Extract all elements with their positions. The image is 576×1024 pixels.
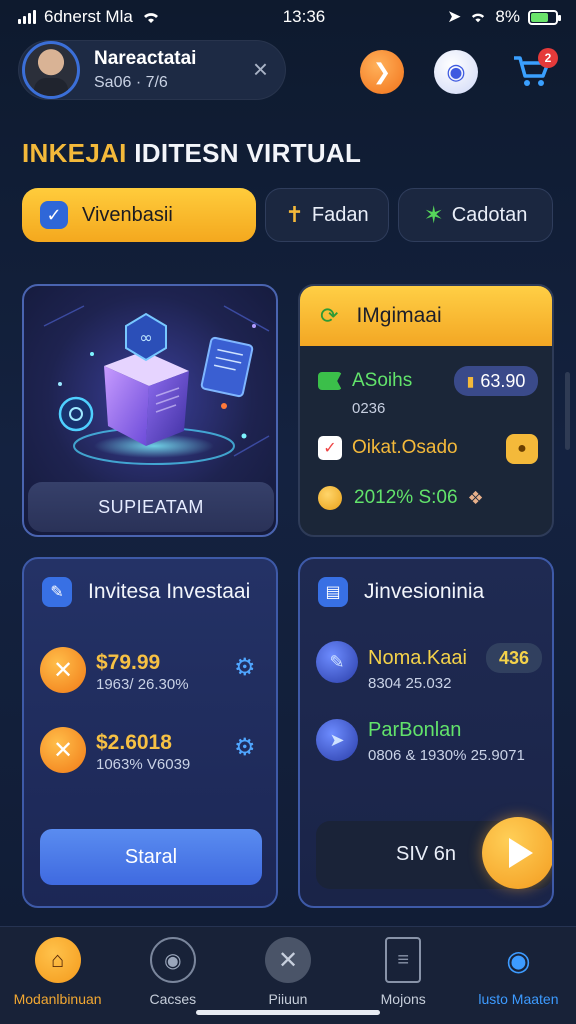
cart-button[interactable]: 2 xyxy=(510,48,558,96)
carrier-text: 6dnerst Mla xyxy=(44,7,133,26)
vr-cube-illustration: ∞ xyxy=(43,305,270,465)
battery-icon xyxy=(527,9,561,25)
info-row-oikat[interactable]: ✓ Oikat.Osado xyxy=(318,436,458,460)
play-row[interactable]: SIV 6n xyxy=(316,817,552,889)
segment-fadan[interactable]: ✝ Fadan xyxy=(265,188,389,242)
star-icon: ✶ xyxy=(423,201,444,229)
investment-amount: $79.99 xyxy=(96,651,161,674)
pin-icon: ✝ xyxy=(285,202,304,227)
nav-item-home[interactable]: ⌂ Modanlbinuan xyxy=(0,927,115,1024)
nav-item-lusto[interactable]: ◉ lusto Maaten xyxy=(461,927,576,1024)
app-header: Nareactatai Sa06 · 7/6 × ❯ ◉ 2 xyxy=(18,40,558,104)
tag-icon: ▤ xyxy=(318,577,348,607)
investment-badge: 436 xyxy=(486,643,542,673)
close-circle-icon: ✕ xyxy=(265,937,311,983)
investment-subtext: 0806 & 1930% 25.9071 xyxy=(368,747,525,764)
play-icon[interactable] xyxy=(482,817,552,889)
chat-icon: ◉ xyxy=(446,59,466,84)
lock-icon[interactable]: ● xyxy=(506,434,538,464)
investment-card-right: ▤ Jinvesioninia ✎ Noma.Kaai 436 8304 25.… xyxy=(298,557,554,908)
profile-subtitle: Sa06 · 7/6 xyxy=(94,74,168,91)
investment-card-left: ✎ Invitesa Investaai ✕ $79.99 1963/ 26.3… xyxy=(22,557,278,908)
info-card-title: IMgimaai xyxy=(356,304,442,327)
info-card: ⟳ IMgimaai ASoihs ▮ 63.90 0236 ✓ Oikat.O… xyxy=(298,284,554,537)
gear-icon[interactable]: ⚙ xyxy=(234,653,256,682)
coin-icon xyxy=(318,486,342,510)
check-icon: ✓ xyxy=(40,201,68,229)
rocket-icon: ➤ xyxy=(316,719,358,761)
info-row-label: 2012% S:06 xyxy=(354,487,458,508)
segment-cadotan[interactable]: ✶ Cadotan xyxy=(398,188,553,242)
vr-card[interactable]: ∞ SUPIEATAM xyxy=(22,284,278,537)
investment-name: Noma.Kaai xyxy=(368,647,467,669)
profile-chip[interactable]: Nareactatai Sa06 · 7/6 × xyxy=(18,40,286,100)
home-icon: ⌂ xyxy=(34,937,81,983)
svg-text:∞: ∞ xyxy=(139,328,152,347)
info-card-header: ⟳ IMgimaai xyxy=(300,286,552,346)
assistant-button[interactable]: ◉ xyxy=(434,50,478,94)
chevron-right-icon: ❯ xyxy=(372,59,392,84)
close-icon[interactable]: × xyxy=(253,54,268,84)
cart-badge: 2 xyxy=(538,48,558,68)
gift-icon: ❖ xyxy=(467,487,484,508)
edit-icon: ✎ xyxy=(42,577,72,607)
clock: 13:36 xyxy=(282,7,326,26)
boost-button[interactable]: ❯ xyxy=(360,50,404,94)
checkbox-icon: ✓ xyxy=(318,436,342,460)
location-icon: ➤ xyxy=(447,7,462,26)
nav-label: Piiuun xyxy=(268,991,308,1007)
segment-vivenbasii[interactable]: ✓ Vivenbasii xyxy=(22,188,256,242)
status-bar: 6dnerst Mla 13:36 ➤ 8% xyxy=(0,0,576,34)
segment-label: Cadotan xyxy=(451,203,528,226)
investment-left-header: ✎ Invitesa Investaai xyxy=(42,577,250,607)
start-button[interactable]: Staral xyxy=(40,829,262,885)
signal-icon xyxy=(18,10,36,24)
globe-icon: ◉ xyxy=(149,937,196,983)
investment-right-title: Jinvesioninia xyxy=(364,580,485,603)
info-row-label: ASoihs xyxy=(352,370,413,391)
investment-name: ParBonlan xyxy=(368,719,462,741)
pencil-icon: ✎ xyxy=(316,641,358,683)
info-row-asoihs[interactable]: ASoihs xyxy=(318,370,412,392)
nav-label: lusto Maaten xyxy=(478,991,559,1007)
profile-name: Nareactatai xyxy=(94,48,197,69)
segment-label: Vivenbasii xyxy=(82,203,173,226)
page-title-part2: IDITESN VIRTUAL xyxy=(134,138,362,168)
vr-action-button[interactable]: SUPIEATAM xyxy=(28,482,274,532)
info-value: 63.90 xyxy=(480,370,526,391)
wifi-icon xyxy=(143,13,158,23)
info-row-label: Oikat.Osado xyxy=(352,437,458,458)
investment-subtext: 1063% V6039 xyxy=(96,756,191,773)
avatar[interactable] xyxy=(22,41,80,99)
home-indicator[interactable] xyxy=(196,1010,380,1015)
segment-label: Fadan xyxy=(311,203,369,226)
refresh-icon: ⟳ xyxy=(320,303,339,328)
nav-label: Cacses xyxy=(149,991,197,1007)
info-value-pill: ▮ 63.90 xyxy=(454,366,538,396)
info-row-date[interactable]: 2012% S:06 ❖ xyxy=(318,486,484,510)
investment-right-header: ▤ Jinvesioninia xyxy=(318,577,484,607)
scrollbar[interactable] xyxy=(565,372,570,450)
nav-label: Mojons xyxy=(380,991,426,1007)
info-row-sub: 0236 xyxy=(352,400,386,417)
investment-left-title: Invitesa Investaai xyxy=(88,580,251,603)
document-icon: ≡ xyxy=(385,937,422,983)
investment-amount: $2.6018 xyxy=(96,731,172,754)
bot-icon: ◉ xyxy=(506,944,531,976)
wallet-icon: ▮ xyxy=(466,372,475,389)
flag-icon xyxy=(318,372,342,390)
gear-icon[interactable]: ⚙ xyxy=(234,733,256,762)
page-title-part1: INKEJAI xyxy=(22,138,127,168)
battery-percent: 8% xyxy=(495,7,520,26)
nav-label: Modanlbinuan xyxy=(13,991,102,1007)
page-title: INKEJAI IDITESN VIRTUAL xyxy=(22,138,361,169)
coin-x-icon: ✕ xyxy=(40,727,86,773)
investment-subtext: 1963/ 26.30% xyxy=(96,676,189,693)
investment-subtext: 8304 25.032 xyxy=(368,675,452,692)
coin-x-icon: ✕ xyxy=(40,647,86,693)
play-label: SIV 6n xyxy=(396,843,457,865)
wifi-icon-right xyxy=(472,13,485,23)
